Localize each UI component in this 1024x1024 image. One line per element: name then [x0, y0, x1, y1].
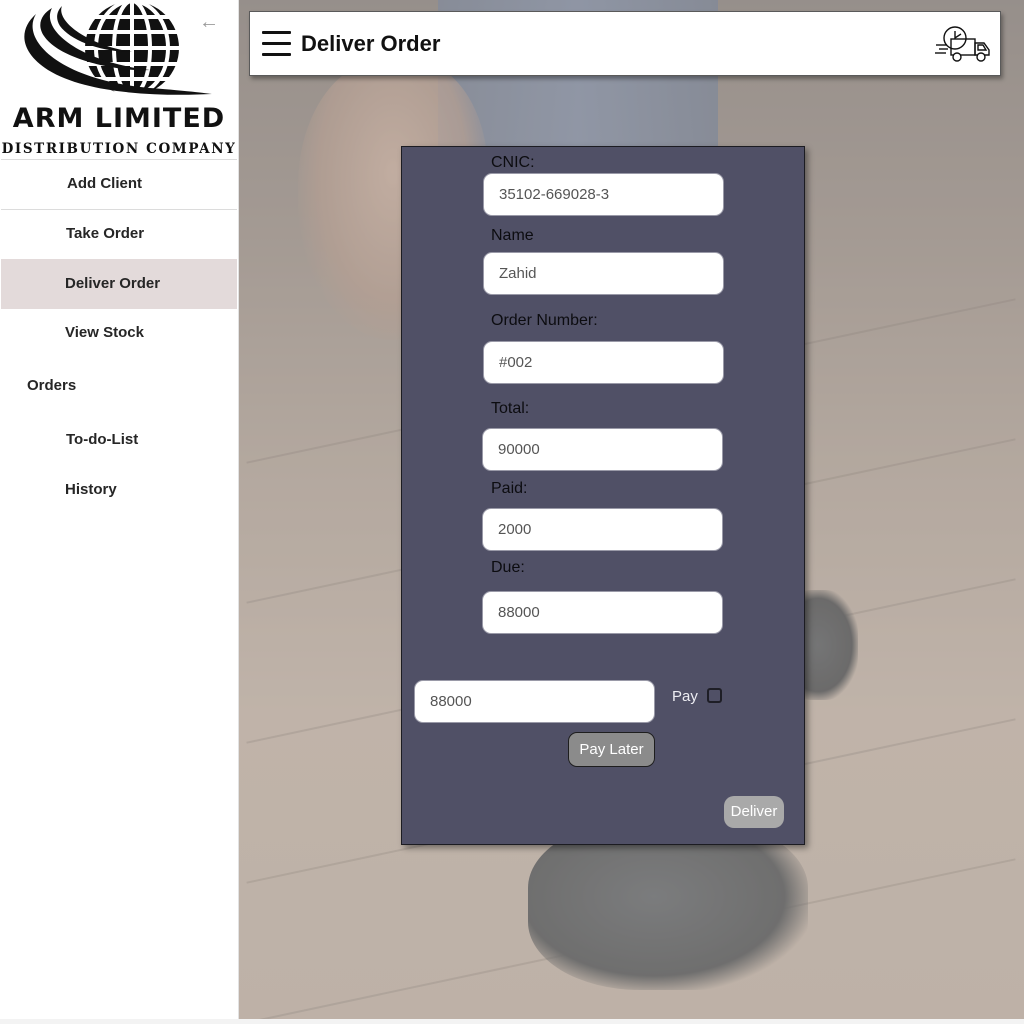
page-title: Deliver Order	[301, 31, 441, 56]
cnic-label: CNIC:	[491, 154, 535, 171]
payment-amount-field[interactable]	[414, 680, 655, 723]
logo-subtitle: DISTRIBUTION COMPANY	[1, 141, 237, 157]
order-number-field[interactable]	[483, 341, 724, 384]
total-field[interactable]	[482, 428, 723, 471]
name-field[interactable]	[483, 252, 724, 295]
sidebar-item-add-client[interactable]: Add Client	[1, 159, 237, 207]
sidebar-item-history[interactable]: History	[1, 466, 237, 514]
collapse-sidebar-arrow-icon[interactable]: ←	[199, 12, 219, 32]
cnic-field[interactable]	[483, 173, 724, 216]
deliver-button[interactable]: Deliver	[724, 796, 784, 828]
sidebar-item-deliver-order[interactable]: Deliver Order	[1, 259, 237, 309]
sidebar-item-label: Deliver Order	[65, 275, 161, 292]
sidebar-item-label: To-do-List	[66, 431, 139, 448]
sidebar-item-view-stock[interactable]: View Stock	[1, 309, 237, 357]
name-label: Name	[491, 227, 534, 244]
due-label: Due:	[491, 559, 525, 576]
sidebar-item-todo-list[interactable]: To-do-List	[1, 416, 237, 464]
sidebar: ARM LIMITED DISTRIBUTION COMPANY ← Add C…	[0, 0, 239, 1019]
pay-label: Pay	[672, 688, 698, 705]
paid-label: Paid:	[491, 480, 528, 497]
paid-field[interactable]	[482, 508, 723, 551]
order-number-label: Order Number:	[491, 312, 598, 329]
pay-checkbox[interactable]	[707, 688, 722, 703]
sidebar-item-label: History	[65, 481, 117, 498]
sidebar-item-take-order[interactable]: Take Order	[1, 209, 237, 257]
total-label: Total:	[491, 400, 530, 417]
pay-later-button[interactable]: Pay Later	[568, 732, 655, 767]
logo-title: ARM LIMITED	[12, 103, 226, 134]
fast-delivery-truck-icon	[935, 26, 990, 62]
orders-heading[interactable]: Orders	[27, 377, 76, 394]
sidebar-item-label: Take Order	[66, 225, 145, 242]
sidebar-item-label: Add Client	[67, 175, 142, 192]
sidebar-item-label: View Stock	[65, 324, 144, 341]
deliver-order-form: CNIC: Name Order Number: Total: Paid: Du…	[401, 146, 805, 845]
hamburger-menu-icon[interactable]	[262, 31, 291, 57]
top-header: Deliver Order	[249, 11, 1001, 76]
due-field[interactable]	[482, 591, 723, 634]
